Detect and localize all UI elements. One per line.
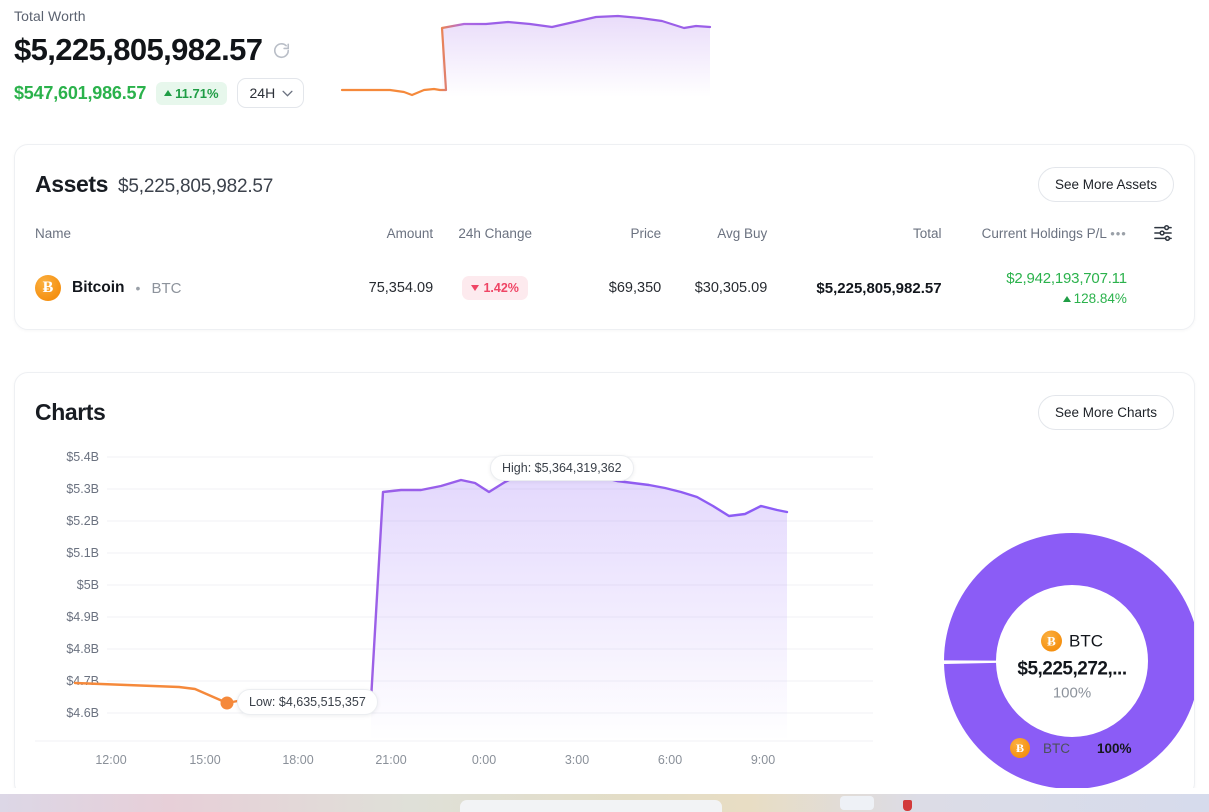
time-range-value: 24H	[250, 85, 276, 101]
chart-x-axis: 12:00 15:00 18:00 21:00 0:00 3:00 6:00 9…	[95, 753, 775, 767]
column-header-price[interactable]: Price	[557, 224, 661, 248]
bitcoin-icon: Ƀ	[35, 275, 61, 301]
cell-price: $69,350	[557, 248, 661, 306]
bitcoin-icon: Ƀ	[1010, 738, 1030, 758]
coin-name: Bitcoin	[72, 279, 125, 297]
portfolio-line-chart[interactable]: $5.4B $5.3B $5.2B $5.1B $5B $4.9B $4.8B …	[35, 444, 873, 784]
donut-symbol: BTC	[1069, 631, 1103, 651]
x-tick-label: 12:00	[95, 753, 126, 767]
dock-app-tile[interactable]	[840, 796, 874, 810]
charts-body: $5.4B $5.3B $5.2B $5.1B $5B $4.9B $4.8B …	[35, 444, 1174, 794]
total-worth-header: Total Worth $5,225,805,982.57 $547,601,9…	[0, 0, 1209, 118]
legend-percent: 100%	[1097, 741, 1132, 756]
chevron-down-icon	[282, 90, 293, 97]
cell-total: $5,225,805,982.57	[767, 248, 941, 306]
column-header-amount[interactable]: Amount	[319, 224, 433, 248]
donut-legend: Ƀ BTC 100%	[1010, 738, 1156, 758]
cell-24h-change: 1.42%	[433, 248, 557, 306]
total-worth-value: $5,225,805,982.57	[14, 32, 262, 68]
x-tick-label: 21:00	[375, 753, 406, 767]
donut-center-label: Ƀ BTC $5,225,272,... 100%	[997, 631, 1147, 702]
change-percent-value: 11.71%	[175, 86, 218, 101]
x-tick-label: 0:00	[472, 753, 496, 767]
charts-card-header: Charts See More Charts	[35, 395, 1174, 430]
column-header-name[interactable]: Name	[35, 224, 319, 248]
assets-total: $5,225,805,982.57	[118, 176, 273, 198]
see-more-charts-button[interactable]: See More Charts	[1038, 395, 1174, 430]
desktop-dock-strip	[0, 794, 1209, 812]
change-absolute: $547,601,986.57	[14, 83, 146, 104]
y-tick-label: $5B	[77, 578, 99, 592]
donut-value: $5,225,272,...	[997, 659, 1147, 681]
cell-coin[interactable]: Ƀ Bitcoin • BTC	[35, 248, 319, 306]
change-percent-badge: 11.71%	[156, 82, 226, 105]
column-header-avg-buy[interactable]: Avg Buy	[661, 224, 767, 248]
pl-percent: 128.84%	[942, 291, 1127, 306]
x-tick-label: 18:00	[282, 753, 313, 767]
x-tick-label: 9:00	[751, 753, 775, 767]
legend-color-swatch	[1145, 743, 1156, 754]
legend-symbol: BTC	[1043, 741, 1070, 756]
see-more-assets-button[interactable]: See More Assets	[1038, 167, 1174, 202]
coin-symbol: BTC	[151, 280, 181, 297]
pl-percent-value: 128.84%	[1074, 291, 1127, 306]
pl-group: $2,942,193,707.11 128.84%	[942, 270, 1127, 306]
dock-notification-icon[interactable]	[903, 800, 912, 811]
filter-settings-icon	[1152, 224, 1174, 242]
high-tooltip: High: $5,364,319,362	[490, 455, 634, 481]
column-header-filter[interactable]	[1127, 224, 1174, 248]
y-tick-label: $5.1B	[66, 546, 99, 560]
x-tick-label: 3:00	[565, 753, 589, 767]
assets-title-group: Assets $5,225,805,982.57	[35, 171, 273, 198]
table-row[interactable]: Ƀ Bitcoin • BTC 75,354.09 1.42% $69,3	[35, 248, 1174, 306]
chart-y-axis: $5.4B $5.3B $5.2B $5.1B $5B $4.9B $4.8B …	[66, 450, 99, 720]
column-header-pl-label: Current Holdings P/L	[982, 226, 1107, 241]
separator-dot: •	[136, 280, 141, 296]
assets-card-header: Assets $5,225,805,982.57 See More Assets	[35, 167, 1174, 202]
assets-table-header: Name Amount 24h Change Price Avg Buy Tot…	[35, 224, 1174, 248]
charts-card: Charts See More Charts	[14, 372, 1195, 797]
x-tick-label: 6:00	[658, 753, 682, 767]
y-tick-label: $5.2B	[66, 514, 99, 528]
y-tick-label: $4.9B	[66, 610, 99, 624]
assets-title: Assets	[35, 171, 108, 198]
table-header-row: Name Amount 24h Change Price Avg Buy Tot…	[35, 224, 1174, 248]
caret-down-icon	[471, 285, 479, 291]
assets-card: Assets $5,225,805,982.57 See More Assets…	[14, 144, 1195, 330]
cell-amount: 75,354.09	[319, 248, 433, 306]
charts-title: Charts	[35, 399, 105, 426]
donut-symbol-row: Ƀ BTC	[997, 631, 1147, 652]
more-options-icon[interactable]: •••	[1110, 226, 1127, 241]
chart-area-fill	[371, 464, 787, 741]
low-tooltip: Low: $4,635,515,357	[237, 689, 378, 715]
refresh-icon[interactable]	[272, 41, 291, 60]
change-24h-value: 1.42%	[483, 281, 518, 295]
cell-pl: $2,942,193,707.11 128.84%	[942, 248, 1127, 306]
time-range-select[interactable]: 24H	[237, 78, 305, 108]
y-tick-label: $4.7B	[66, 674, 99, 688]
y-tick-label: $5.4B	[66, 450, 99, 464]
caret-up-icon	[1063, 296, 1071, 302]
bitcoin-icon: Ƀ	[1041, 631, 1062, 652]
column-header-pl[interactable]: Current Holdings P/L •••	[942, 224, 1127, 248]
cell-row-actions	[1127, 248, 1174, 306]
y-tick-label: $4.8B	[66, 642, 99, 656]
low-point-marker[interactable]	[221, 697, 234, 710]
change-24h-badge: 1.42%	[462, 276, 527, 300]
dock-window-pill[interactable]	[460, 800, 722, 812]
cell-avg-buy: $30,305.09	[661, 248, 767, 306]
column-header-total[interactable]: Total	[767, 224, 941, 248]
pl-absolute: $2,942,193,707.11	[942, 270, 1127, 287]
coin-identity: Ƀ Bitcoin • BTC	[35, 275, 319, 301]
column-header-24h-change[interactable]: 24h Change	[433, 224, 557, 248]
y-tick-label: $5.3B	[66, 482, 99, 496]
x-tick-label: 15:00	[189, 753, 220, 767]
y-tick-label: $4.6B	[66, 706, 99, 720]
assets-table-body: Ƀ Bitcoin • BTC 75,354.09 1.42% $69,3	[35, 248, 1174, 306]
assets-table: Name Amount 24h Change Price Avg Buy Tot…	[35, 224, 1174, 306]
donut-percent: 100%	[997, 685, 1147, 702]
caret-up-icon	[164, 90, 172, 96]
header-sparkline-chart	[338, 2, 712, 97]
portfolio-page: Total Worth $5,225,805,982.57 $547,601,9…	[0, 0, 1209, 812]
